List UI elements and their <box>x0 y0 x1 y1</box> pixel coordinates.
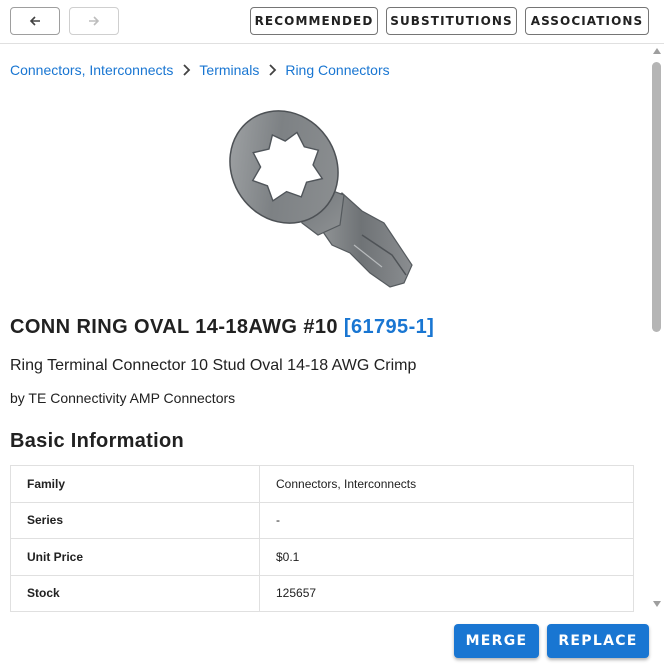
tab-substitutions[interactable]: SUBSTITUTIONS <box>386 7 517 35</box>
table-cell-label: Series <box>10 501 260 539</box>
table-cell-label: Stock <box>10 574 260 612</box>
chevron-right-icon <box>259 64 285 76</box>
breadcrumb-item-terminals[interactable]: Terminals <box>199 62 259 78</box>
breadcrumb: Connectors, Interconnects Terminals Ring… <box>10 60 390 80</box>
arrow-right-icon <box>89 16 100 26</box>
table-row: Stock 125657 <box>10 574 634 612</box>
table-cell-value: 125657 <box>259 574 634 612</box>
arrow-left-icon <box>29 16 40 26</box>
manufacturer-label: by TE Connectivity AMP Connectors <box>10 390 236 406</box>
tab-recommended[interactable]: RECOMMENDED <box>250 7 378 35</box>
part-number-link[interactable]: [61795-1] <box>344 316 434 338</box>
product-name: CONN RING OVAL 14-18AWG #10 <box>10 316 338 338</box>
product-description: Ring Terminal Connector 10 Stud Oval 14-… <box>10 357 417 374</box>
product-title: CONN RING OVAL 14-18AWG #10 [61795-1] <box>10 316 434 339</box>
scroll-down-icon[interactable] <box>653 601 661 607</box>
replace-button[interactable]: REPLACE <box>547 624 649 658</box>
back-button[interactable] <box>10 7 60 35</box>
merge-button[interactable]: MERGE <box>454 624 539 658</box>
basic-information-heading: Basic Information <box>10 430 185 452</box>
table-row: Family Connectors, Interconnects <box>10 465 634 503</box>
chevron-right-icon <box>173 64 199 76</box>
scrollbar-thumb[interactable] <box>652 62 661 332</box>
table-cell-label: Unit Price <box>10 538 260 576</box>
product-image <box>229 110 413 288</box>
scroll-up-icon[interactable] <box>653 48 661 54</box>
basic-information-table: Family Connectors, Interconnects Series … <box>10 465 634 612</box>
top-toolbar: RECOMMENDED SUBSTITUTIONS ASSOCIATIONS <box>0 0 664 44</box>
forward-button[interactable] <box>69 7 119 35</box>
tab-associations[interactable]: ASSOCIATIONS <box>525 7 649 35</box>
table-cell-label: Family <box>10 465 260 503</box>
table-cell-value: $0.1 <box>259 538 634 576</box>
table-cell-value: Connectors, Interconnects <box>259 465 634 503</box>
table-cell-value: - <box>259 501 634 539</box>
table-row: Series - <box>10 501 634 539</box>
breadcrumb-item-ring-connectors[interactable]: Ring Connectors <box>285 62 389 78</box>
breadcrumb-item-connectors[interactable]: Connectors, Interconnects <box>10 62 173 78</box>
table-row: Unit Price $0.1 <box>10 538 634 576</box>
